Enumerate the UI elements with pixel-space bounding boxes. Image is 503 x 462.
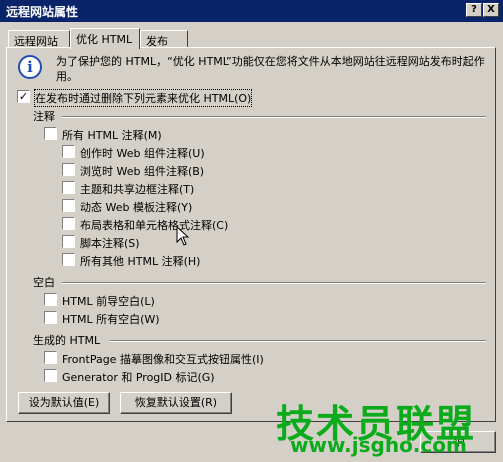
mouse-cursor-icon [176, 226, 190, 246]
tab-remote-site[interactable]: 远程网站 [8, 30, 70, 48]
checkbox-box[interactable] [44, 351, 57, 364]
checkbox-box[interactable] [62, 181, 75, 194]
checkbox-label: 布局表格和单元格格式注释(C) [80, 219, 229, 232]
divider [110, 340, 486, 342]
generated-option[interactable]: FrontPage 描摹图像和交互式按钮属性(I) [44, 350, 344, 366]
comment-option[interactable]: 动态 Web 模板注释(Y) [62, 198, 312, 214]
help-button[interactable]: ? [466, 3, 482, 17]
watermark-url: www.jsgho.com [290, 433, 467, 457]
restore-default-button[interactable]: 恢复默认设置(R) [120, 392, 232, 414]
comment-option[interactable]: 主题和共享边框注释(T) [62, 180, 312, 196]
checkbox-label: HTML 前导空白(L) [62, 295, 155, 308]
whitespace-option[interactable]: HTML 前导空白(L) [44, 292, 244, 308]
tab-publish[interactable]: 发布 [140, 30, 188, 48]
checkbox-box[interactable] [44, 311, 57, 324]
checkbox-box[interactable] [62, 145, 75, 158]
checkbox-label: 在发布时通过删除下列元素来优化 HTML(O) [33, 89, 253, 107]
comment-option[interactable]: 浏览时 Web 组件注释(B) [62, 162, 312, 178]
comment-option[interactable]: 所有其他 HTML 注释(H) [62, 252, 312, 268]
whitespace-option[interactable]: HTML 所有空白(W) [44, 310, 244, 326]
checkbox-box[interactable] [44, 293, 57, 306]
checkbox-label: 浏览时 Web 组件注释(B) [80, 165, 205, 178]
title-bar: 远程网站属性 ? X [0, 0, 503, 22]
checkbox-box[interactable]: ✓ [17, 90, 30, 103]
checkbox-box[interactable] [44, 369, 57, 382]
checkbox-label: Generator 和 ProgID 标记(G) [62, 371, 215, 384]
checkbox-label: 动态 Web 模板注释(Y) [80, 201, 193, 214]
generated-html-heading: 生成的 HTML [33, 334, 101, 347]
checkbox-label: 所有 HTML 注释(M) [62, 129, 162, 142]
checkbox-label: 所有其他 HTML 注释(H) [80, 255, 201, 268]
checkbox-box[interactable] [62, 163, 75, 176]
checkbox-box[interactable] [62, 253, 75, 266]
comments-heading: 注释 [33, 110, 55, 123]
info-text: 为了保护您的 HTML，“优化 HTML”功能仅在您将文件从本地网站往远程网站发… [56, 55, 485, 83]
whitespace-heading: 空白 [33, 276, 55, 289]
set-default-button[interactable]: 设为默认值(E) [18, 392, 110, 414]
checkbox-label: 创作时 Web 组件注释(U) [80, 147, 205, 160]
checkbox-box[interactable] [62, 235, 75, 248]
checkbox-box[interactable] [44, 127, 57, 140]
tab-label: 优化 HTML [76, 33, 133, 46]
checkbox-label: HTML 所有空白(W) [62, 313, 160, 326]
checkbox-label: FrontPage 描摹图像和交互式按钮属性(I) [62, 353, 264, 366]
tab-optimize-html[interactable]: 优化 HTML [70, 28, 140, 49]
info-icon: i [18, 55, 42, 79]
comment-option[interactable]: 创作时 Web 组件注释(U) [62, 144, 312, 160]
generated-option[interactable]: Generator 和 ProgID 标记(G) [44, 368, 344, 384]
close-button[interactable]: X [483, 3, 499, 17]
all-html-comments-checkbox[interactable]: 所有 HTML 注释(M) [44, 126, 244, 142]
divider [62, 282, 486, 284]
optimize-on-publish-checkbox[interactable]: ✓ 在发布时通过删除下列元素来优化 HTML(O) [17, 89, 277, 107]
checkbox-box[interactable] [62, 217, 75, 230]
checkbox-box[interactable] [62, 199, 75, 212]
window-title: 远程网站属性 [6, 5, 79, 19]
divider [62, 116, 486, 118]
checkbox-label: 脚本注释(S) [80, 237, 140, 250]
checkbox-label: 主题和共享边框注释(T) [80, 183, 195, 196]
